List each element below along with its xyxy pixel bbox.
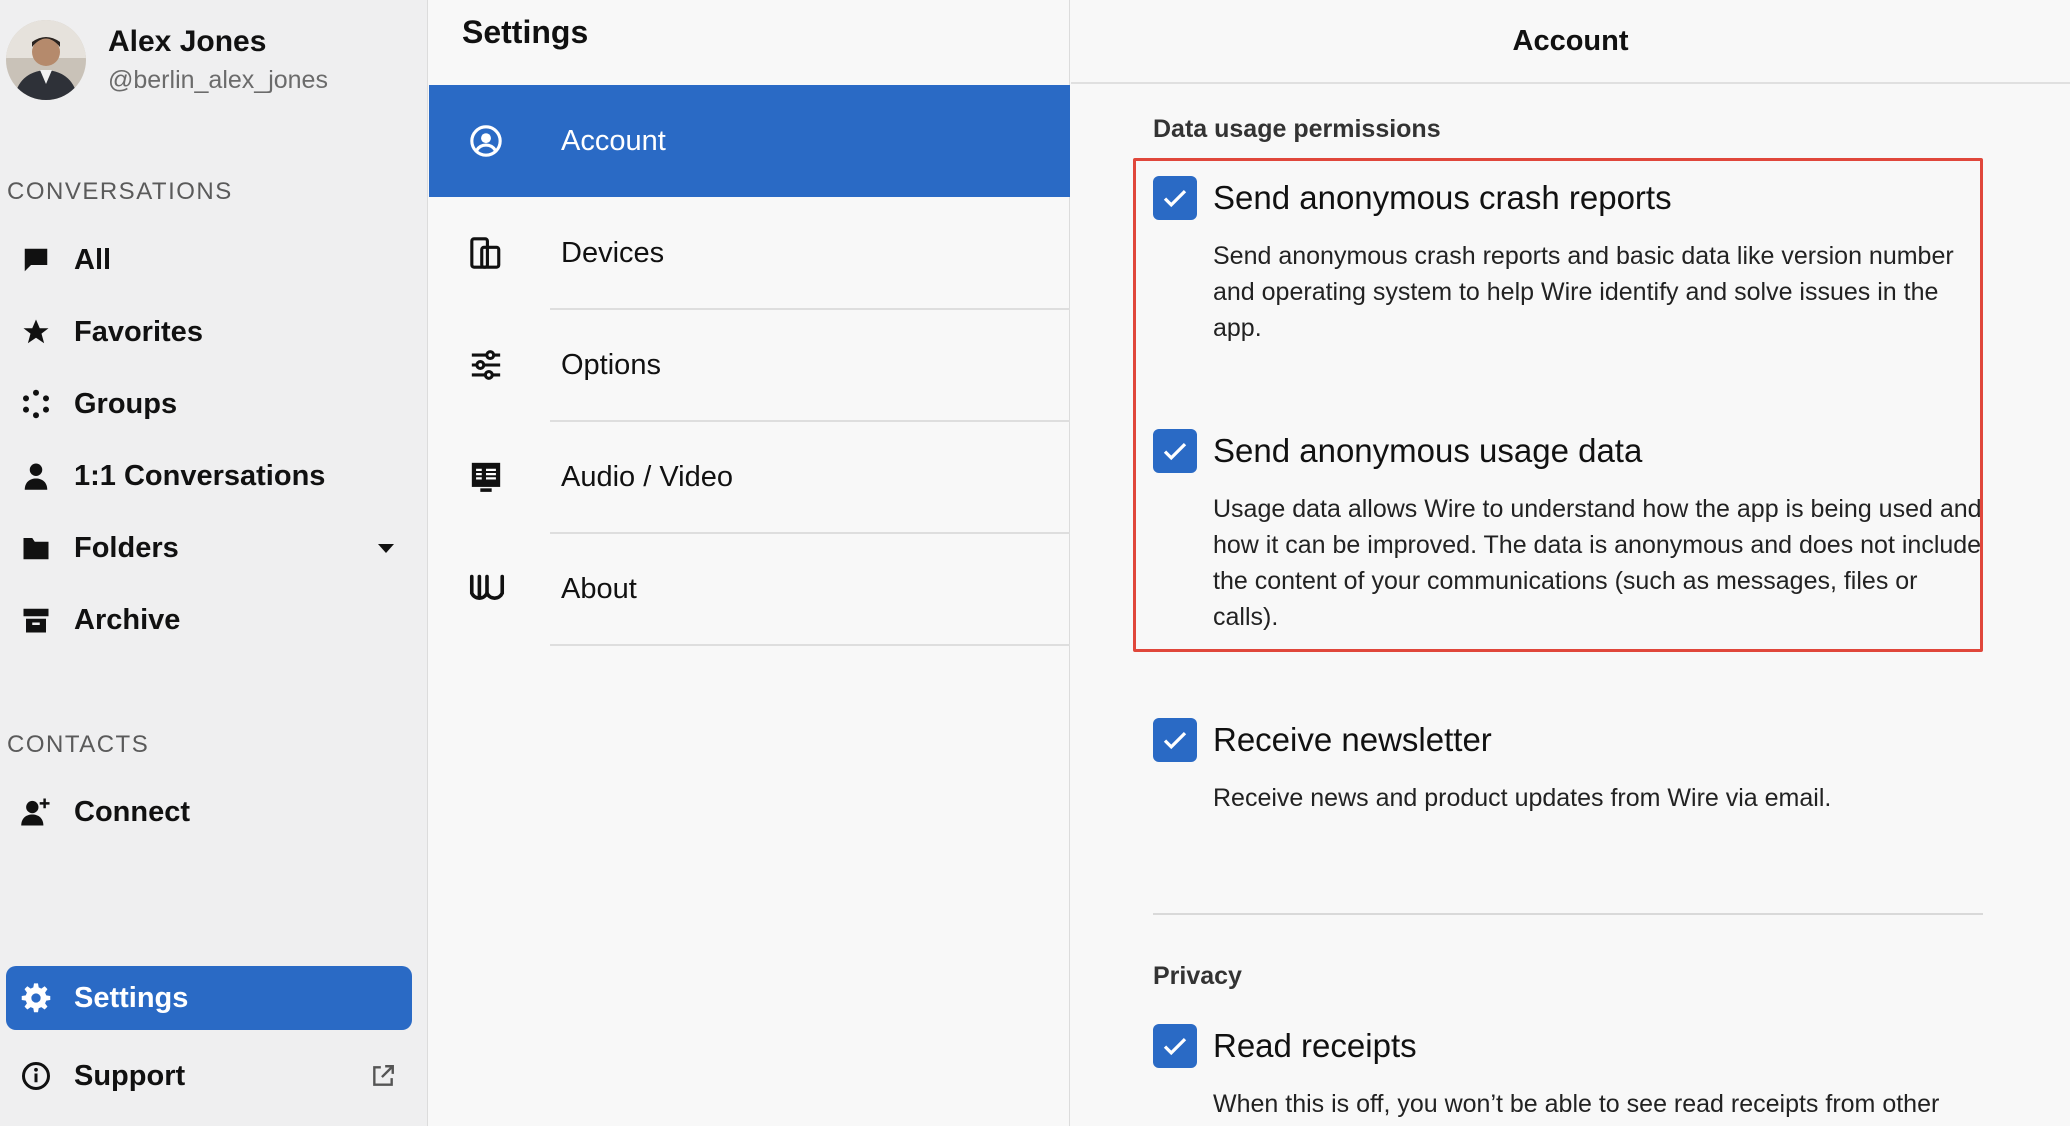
checkmark-icon: [1163, 189, 1187, 208]
avatar[interactable]: [6, 20, 86, 100]
settings-menu-label: Options: [561, 348, 661, 381]
info-icon: [6, 1061, 66, 1091]
account-icon: [429, 124, 547, 158]
checkmark-icon: [1163, 1037, 1187, 1056]
user-profile[interactable]: Alex Jones @berlin_alex_jones: [6, 20, 328, 100]
settings-menu-label: Devices: [561, 236, 665, 269]
sidebar-item-label: Groups: [74, 387, 178, 420]
person-icon: [6, 461, 66, 491]
settings-menu-label: Account: [561, 124, 666, 157]
crash-reports-description: Send anonymous crash reports and basic d…: [1213, 242, 1954, 342]
account-settings-pane: Account Data usage permissions Send anon…: [1071, 0, 2070, 1126]
read-receipts-option: Read receipts When this is off, you won’…: [1153, 1024, 1983, 1122]
crash-reports-label: Send anonymous crash reports: [1213, 179, 1672, 216]
external-link-icon[interactable]: [370, 1044, 396, 1108]
page-title: Account: [1512, 24, 1629, 57]
sidebar-item-label: Settings: [74, 981, 189, 1014]
archive-icon: [6, 605, 66, 635]
newsletter-description: Receive news and product updates from Wi…: [1213, 784, 1832, 812]
sidebar-item-connect[interactable]: Connect: [6, 780, 412, 844]
sidebar-item-archive[interactable]: Archive: [6, 588, 412, 652]
crash-reports-checkbox[interactable]: [1153, 176, 1197, 220]
gear-icon: [6, 982, 66, 1014]
sidebar-item-groups[interactable]: Groups: [6, 372, 412, 436]
folder-icon: [6, 533, 66, 563]
settings-menu-about[interactable]: About: [429, 533, 1070, 645]
settings-menu-label: About: [561, 572, 637, 605]
audio-video-icon: [429, 460, 547, 494]
sidebar-item-support[interactable]: Support: [6, 1044, 412, 1108]
settings-menu-label: Audio / Video: [561, 460, 733, 493]
sidebar-item-settings[interactable]: Settings: [6, 966, 412, 1030]
menu-divider: [550, 644, 1070, 646]
section-divider: [1153, 913, 1983, 915]
usage-data-description: Usage data allows Wire to understand how…: [1213, 495, 1982, 631]
sidebar-item-label: Archive: [74, 603, 181, 636]
settings-menu-account[interactable]: Account: [429, 85, 1070, 197]
sidebar-item-one-to-one[interactable]: 1:1 Conversations: [6, 444, 412, 508]
usage-data-checkbox[interactable]: [1153, 429, 1197, 473]
settings-menu-panel: Settings Account Devices Options Audio /…: [429, 0, 1070, 1126]
sidebar-item-all[interactable]: All: [6, 228, 412, 292]
data-usage-heading: Data usage permissions: [1153, 115, 1441, 143]
newsletter-label: Receive newsletter: [1213, 721, 1492, 758]
newsletter-checkbox[interactable]: [1153, 718, 1197, 762]
privacy-heading: Privacy: [1153, 962, 1242, 990]
conversations-sidebar: Alex Jones @berlin_alex_jones CONVERSATI…: [0, 0, 428, 1126]
pane-header: Account: [1071, 0, 2070, 84]
sidebar-item-label: Support: [74, 1059, 186, 1092]
settings-menu-devices[interactable]: Devices: [429, 197, 1070, 309]
sidebar-item-favorites[interactable]: Favorites: [6, 300, 412, 364]
crash-reports-option: Send anonymous crash reports Send anonym…: [1153, 176, 1983, 346]
checkmark-icon: [1163, 442, 1187, 461]
groups-icon: [6, 389, 66, 419]
usage-data-label: Send anonymous usage data: [1213, 432, 1643, 469]
usage-data-option: Send anonymous usage data Usage data all…: [1153, 429, 1983, 635]
sidebar-item-label: Folders: [74, 531, 179, 564]
sliders-icon: [429, 348, 547, 382]
newsletter-option: Receive newsletter Receive news and prod…: [1153, 718, 1983, 816]
read-receipts-label: Read receipts: [1213, 1027, 1417, 1064]
sidebar-item-folders[interactable]: Folders: [6, 516, 412, 580]
add-person-icon: [6, 797, 66, 827]
sidebar-item-label: 1:1 Conversations: [74, 459, 326, 492]
sidebar-item-label: All: [74, 243, 112, 276]
sidebar-item-label: Connect: [74, 795, 190, 828]
profile-name: Alex Jones: [108, 25, 267, 58]
chat-bubble-icon: [6, 245, 66, 275]
read-receipts-description: When this is off, you won’t be able to s…: [1213, 1090, 1940, 1118]
chevron-down-icon[interactable]: [376, 516, 396, 580]
read-receipts-checkbox[interactable]: [1153, 1024, 1197, 1068]
wire-logo-icon: [429, 572, 547, 606]
contacts-section-label: CONTACTS: [7, 731, 150, 758]
conversations-section-label: CONVERSATIONS: [7, 178, 233, 205]
sidebar-item-label: Favorites: [74, 315, 203, 348]
profile-handle: @berlin_alex_jones: [108, 66, 328, 94]
settings-menu-audio-video[interactable]: Audio / Video: [429, 421, 1070, 533]
checkmark-icon: [1163, 731, 1187, 750]
star-icon: [6, 317, 66, 347]
settings-menu-options[interactable]: Options: [429, 309, 1070, 421]
devices-icon: [429, 236, 547, 270]
settings-title: Settings: [462, 14, 589, 50]
